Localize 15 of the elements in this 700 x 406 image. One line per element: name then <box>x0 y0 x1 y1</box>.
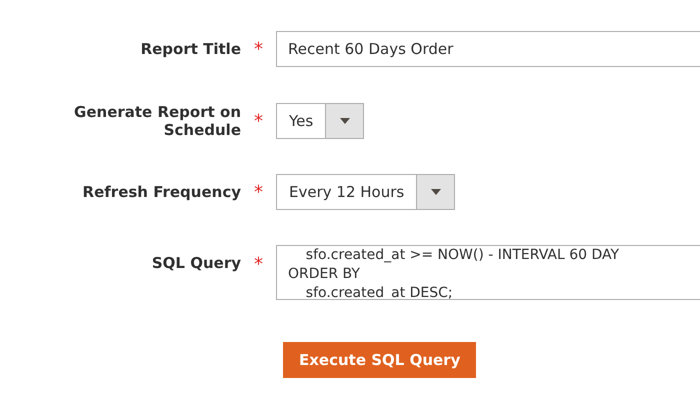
caret-down-icon <box>340 118 350 124</box>
execute-sql-query-button[interactable]: Execute SQL Query <box>283 342 476 378</box>
field-label: Report Title <box>140 40 241 58</box>
field-label: Refresh Frequency <box>82 183 241 201</box>
caret-down-icon <box>430 189 441 195</box>
required-mark: * <box>254 110 263 132</box>
sql-text-area[interactable]: sfo.created_at >= NOW() - INTERVAL 60 DAY ORDER BY sfo.created_at DESC; <box>276 245 700 300</box>
required-mark: * <box>254 38 263 60</box>
dropdown-select[interactable]: Every 12 Hours <box>276 174 456 210</box>
text-input-field[interactable]: Recent 60 Days Order <box>276 31 700 67</box>
field-label: Generate Report on Schedule <box>73 103 241 139</box>
dropdown-select[interactable]: Yes <box>276 103 364 139</box>
field-label: SQL Query <box>150 254 241 272</box>
required-mark: * <box>254 254 263 275</box>
required-mark: * <box>254 182 263 202</box>
